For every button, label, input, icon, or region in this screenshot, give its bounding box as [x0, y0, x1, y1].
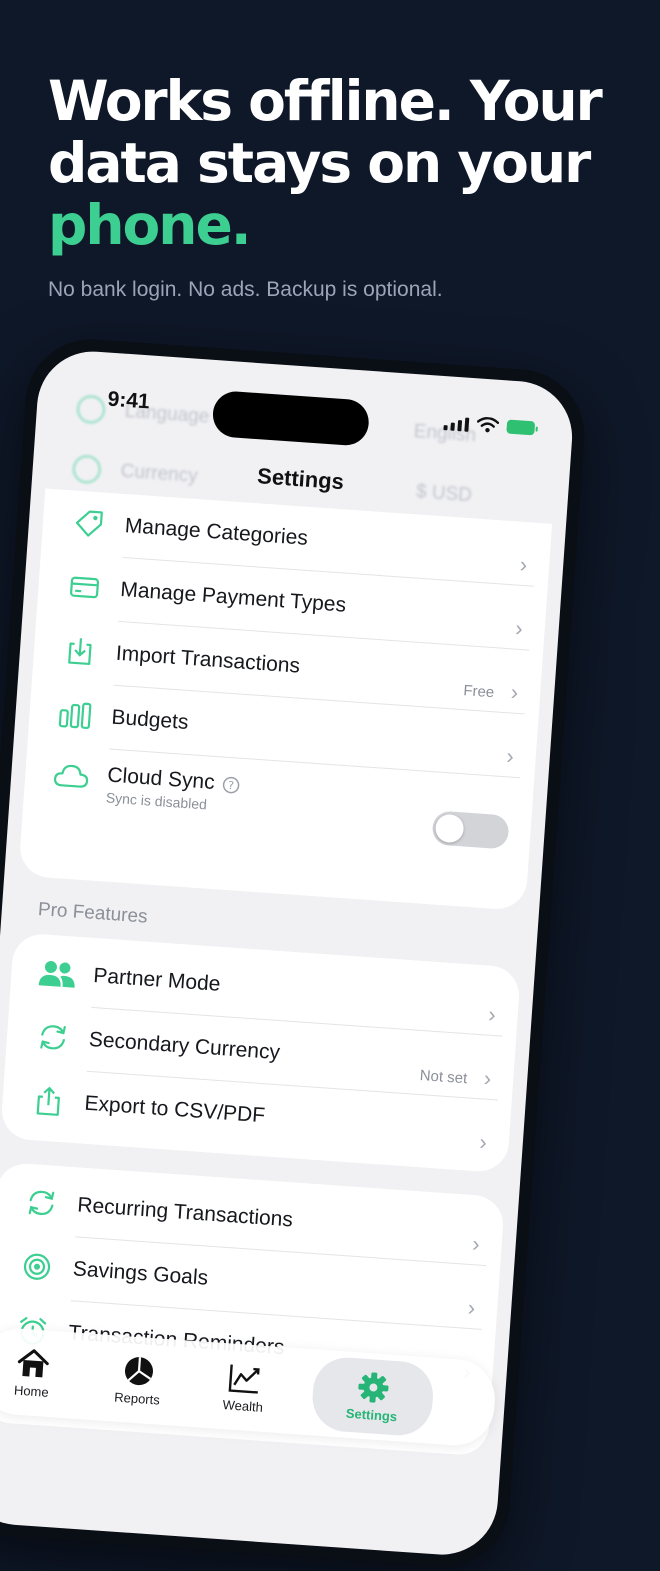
status-time: 9:41 [107, 388, 151, 415]
wifi-icon [476, 416, 499, 433]
headline-line-1: Works offline. Your [48, 70, 648, 132]
settings-item-label: Manage Payment Types [120, 578, 347, 618]
globe-icon [76, 394, 106, 424]
tab-settings[interactable]: Settings [310, 1355, 435, 1437]
tab-label: Home [14, 1382, 50, 1399]
phone-screen: 9:41 Language English Currency $ USD Set… [0, 348, 576, 1559]
svg-text:?: ? [228, 779, 235, 792]
dynamic-island [211, 390, 370, 447]
recurring-icon [24, 1186, 58, 1220]
line-chart-icon [227, 1361, 263, 1395]
chevron-right-icon: › [471, 1231, 480, 1257]
tab-home[interactable]: Home [0, 1332, 88, 1413]
users-icon [38, 957, 78, 990]
cloud-sync-toggle[interactable] [431, 810, 509, 849]
tab-wealth[interactable]: Wealth [189, 1347, 300, 1428]
target-icon [20, 1250, 54, 1284]
refresh-icon [36, 1020, 70, 1054]
subheadline: No bank login. No ads. Backup is optiona… [48, 278, 443, 302]
general-settings-card: Manage Categories › Manage Payment Types… [18, 488, 552, 910]
credit-card-icon [67, 570, 101, 604]
chevron-right-icon: › [483, 1066, 492, 1092]
status-badge: Not set [419, 1067, 468, 1087]
settings-item-label: Partner Mode [93, 964, 222, 997]
pro-features-card: Partner Mode › Secondary Currency Not se… [0, 932, 521, 1173]
gear-icon [356, 1370, 390, 1404]
chevron-right-icon: › [519, 552, 528, 578]
section-title-pro: Pro Features [37, 899, 148, 929]
phone-frame: 9:41 Language English Currency $ USD Set… [0, 335, 589, 1571]
settings-item-label: Savings Goals [72, 1257, 209, 1290]
tab-label: Settings [345, 1405, 397, 1424]
bar-chart-icon [58, 698, 94, 732]
tab-label: Wealth [222, 1397, 263, 1415]
settings-item-label: Export to CSV/PDF [84, 1092, 266, 1129]
cloud-icon [52, 760, 90, 792]
home-icon [15, 1346, 51, 1380]
chevron-right-icon: › [467, 1295, 476, 1321]
chevron-right-icon: › [510, 679, 519, 705]
headline: Works offline. Your data stays on your p… [48, 70, 648, 256]
settings-item-label: Budgets [111, 706, 190, 735]
pie-chart-icon [122, 1354, 156, 1388]
tab-reports[interactable]: Reports [83, 1339, 194, 1420]
chevron-right-icon: › [506, 743, 515, 769]
download-icon [63, 634, 97, 668]
chevron-right-icon: › [479, 1129, 488, 1155]
cellular-signal-icon [443, 415, 469, 432]
share-icon [32, 1084, 66, 1118]
settings-item-label: Recurring Transactions [77, 1193, 294, 1232]
settings-item-label: Import Transactions [115, 642, 301, 679]
status-badge: Free [463, 682, 495, 701]
headline-line-2: data stays on your [48, 132, 648, 194]
tag-icon [72, 506, 106, 540]
chevron-right-icon: › [487, 1002, 496, 1028]
settings-item-label: Manage Categories [124, 514, 309, 551]
battery-icon [506, 419, 535, 435]
headline-accent: phone. [48, 194, 648, 256]
chevron-right-icon: › [514, 616, 523, 642]
settings-item-label: Secondary Currency [88, 1028, 281, 1065]
tab-label: Reports [114, 1389, 160, 1407]
help-icon[interactable]: ? [222, 776, 241, 795]
